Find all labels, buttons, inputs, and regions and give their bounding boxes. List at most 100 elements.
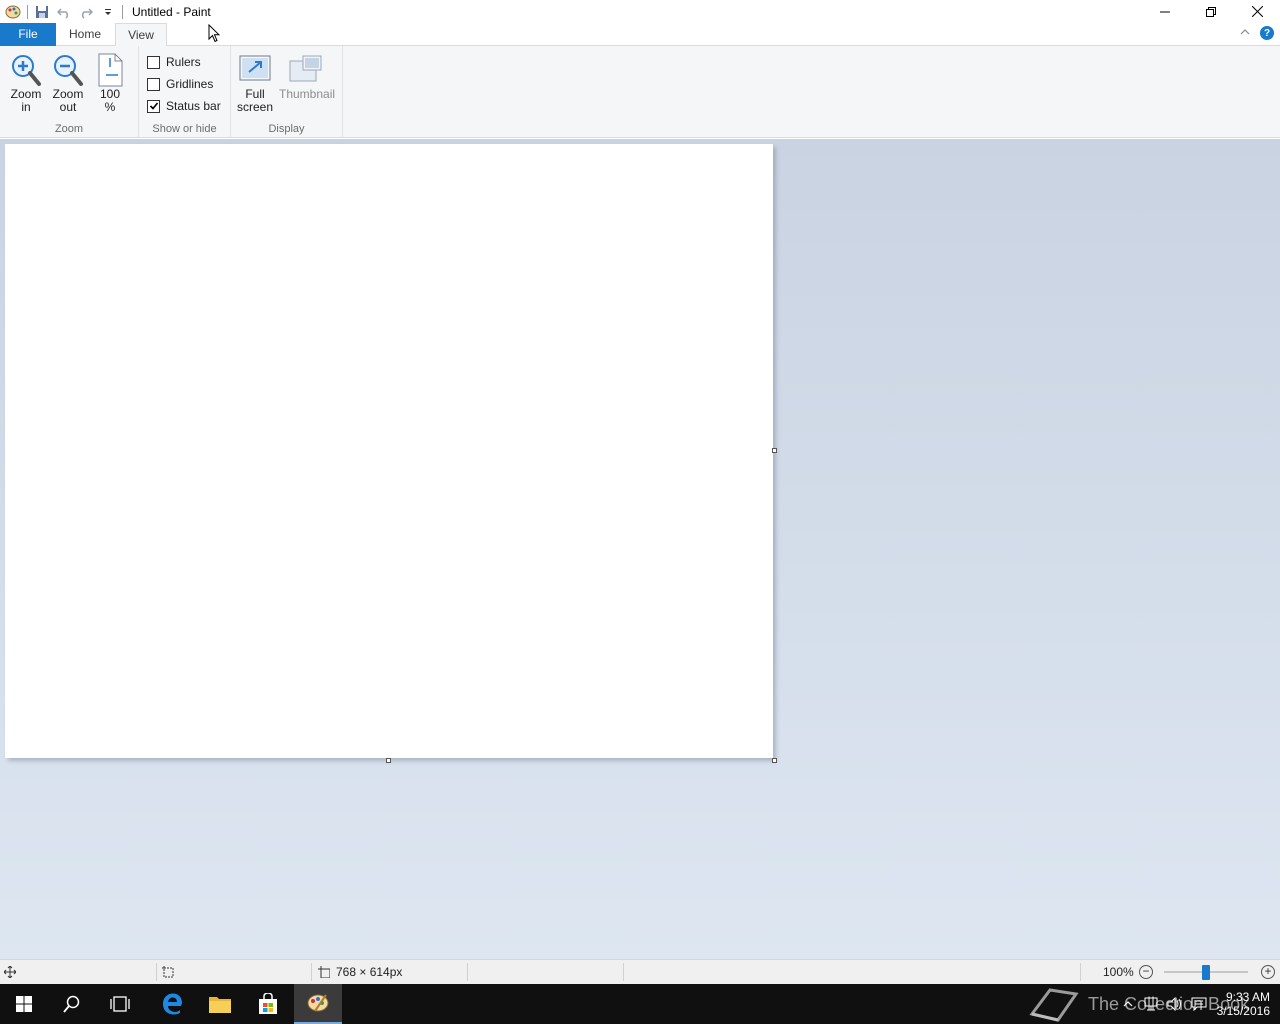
zoom-out-label-line2: out — [59, 100, 77, 114]
cursor-position — [4, 960, 16, 984]
edge-icon — [163, 993, 182, 1015]
windows-logo-icon — [16, 996, 32, 1012]
save-icon[interactable] — [31, 1, 53, 23]
thumbnail-button[interactable]: Thumbnail — [279, 52, 336, 101]
status-separator — [467, 963, 468, 981]
volume-icon[interactable] — [1163, 997, 1187, 1011]
resize-handle-bottom[interactable] — [386, 758, 391, 763]
selection-size-icon — [162, 966, 174, 978]
show-hidden-icons-chevron-icon[interactable] — [1117, 999, 1139, 1009]
canvas-size: 768 × 614px — [318, 960, 402, 984]
system-tray: 9:33 AM 3/15/2016 — [1117, 984, 1280, 1024]
thumbnail-label: Thumbnail — [279, 87, 336, 101]
zoom-out-minus-icon[interactable]: − — [1139, 965, 1153, 979]
zoom-level: 100% — [1103, 965, 1134, 979]
search-icon — [63, 995, 80, 1013]
zoom-out-button[interactable]: Zoom out — [48, 52, 88, 114]
window-title: Untitled - Paint — [132, 4, 211, 19]
canvas-size-icon — [318, 966, 330, 978]
search-button[interactable] — [48, 984, 96, 1024]
qat-separator — [122, 4, 123, 19]
zoom-group: Zoom in Zoom out 100 % Zoom — [0, 46, 139, 138]
zoom-in-plus-icon[interactable]: + — [1261, 965, 1275, 979]
taskbar: The Collection Book 9:33 AM 3/15/2016 — [0, 984, 1280, 1024]
task-view-button[interactable] — [96, 984, 144, 1024]
close-button[interactable] — [1234, 0, 1280, 23]
folder-icon — [209, 997, 231, 1013]
mouse-cursor-icon — [208, 24, 220, 43]
help-icon[interactable]: ? — [1260, 26, 1274, 40]
status-separator — [311, 963, 312, 981]
full-screen-icon — [235, 52, 275, 88]
show-or-hide-group: Rulers Gridlines Status bar Show or hide — [139, 46, 231, 138]
restore-button[interactable] — [1188, 0, 1234, 23]
qat-separator — [27, 4, 28, 19]
resize-handle-right[interactable] — [772, 448, 777, 453]
store-taskbar-button[interactable] — [244, 984, 292, 1024]
window-controls — [1142, 0, 1280, 23]
checkmark-icon — [149, 102, 158, 110]
status-separator — [156, 963, 157, 981]
canvas-workspace — [0, 139, 1280, 959]
title-bar: Untitled - Paint — [0, 0, 1280, 23]
status-bar-checkbox[interactable] — [147, 99, 160, 113]
zoom-in-label-line2: in — [21, 100, 31, 114]
clock-time: 9:33 AM — [1225, 990, 1270, 1004]
tab-home[interactable]: Home — [60, 23, 110, 46]
edge-taskbar-button[interactable] — [148, 984, 196, 1024]
minimize-ribbon-icon[interactable] — [1240, 26, 1250, 40]
show-or-hide-group-label: Show or hide — [152, 123, 217, 135]
ribbon-right-controls: ? — [1240, 26, 1274, 40]
gridlines-label: Gridlines — [166, 77, 214, 91]
zoom-100-label-line2: % — [104, 100, 116, 114]
status-bar-checkbox-row[interactable]: Status bar — [147, 97, 221, 115]
thumbnail-icon — [279, 52, 333, 88]
canvas-size-text: 768 × 614px — [336, 965, 403, 979]
status-bar: 768 × 614px 100% − + — [0, 959, 1280, 984]
paint-app-icon[interactable] — [2, 1, 24, 23]
rulers-label: Rulers — [166, 55, 201, 69]
zoom-out-icon — [48, 52, 88, 88]
undo-icon[interactable] — [53, 1, 75, 23]
zoom-in-icon — [6, 52, 46, 88]
display-group-label: Display — [268, 123, 305, 135]
status-separator — [1080, 963, 1081, 981]
zoom-100-button[interactable]: 100 % — [90, 52, 130, 114]
cursor-position-icon — [4, 966, 16, 978]
drawing-canvas[interactable] — [5, 144, 773, 758]
ribbon-tabs: File Home View ? — [0, 23, 1280, 47]
status-separator — [623, 963, 624, 981]
quick-access-toolbar — [0, 0, 126, 23]
customize-qat-dropdown-icon[interactable] — [97, 1, 119, 23]
redo-icon[interactable] — [75, 1, 97, 23]
resize-handle-corner[interactable] — [772, 758, 777, 763]
minimize-button[interactable] — [1142, 0, 1188, 23]
rulers-checkbox-row[interactable]: Rulers — [147, 53, 201, 71]
task-view-icon — [110, 996, 130, 1012]
network-icon[interactable] — [1139, 997, 1163, 1011]
clock-date: 3/15/2016 — [1216, 1004, 1270, 1018]
ribbon-view-panel: Zoom in Zoom out 100 % Zoom Rulers Gridl… — [0, 46, 1280, 138]
clock[interactable]: 9:33 AM 3/15/2016 — [1217, 990, 1270, 1018]
start-button[interactable] — [0, 984, 48, 1024]
tab-file[interactable]: File — [0, 23, 56, 46]
gridlines-checkbox-row[interactable]: Gridlines — [147, 75, 213, 93]
actual-size-page-icon — [90, 52, 130, 88]
paint-taskbar-button[interactable] — [294, 984, 342, 1024]
tab-view[interactable]: View — [115, 23, 167, 47]
store-bag-icon — [259, 993, 277, 1014]
zoom-group-label: Zoom — [54, 123, 84, 135]
full-screen-label-line2: screen — [236, 100, 274, 114]
action-center-icon[interactable] — [1187, 997, 1211, 1011]
rulers-checkbox[interactable] — [147, 55, 160, 69]
file-explorer-taskbar-button[interactable] — [196, 984, 244, 1024]
book-logo-icon — [1029, 988, 1079, 1022]
zoom-slider-thumb[interactable] — [1202, 965, 1210, 980]
full-screen-button[interactable]: Full screen — [235, 52, 275, 114]
gridlines-checkbox[interactable] — [147, 77, 160, 91]
display-group: Full screen Thumbnail Display — [231, 46, 343, 138]
paint-palette-icon — [307, 994, 329, 1012]
status-bar-label: Status bar — [166, 99, 221, 113]
zoom-in-button[interactable]: Zoom in — [6, 52, 46, 114]
selection-size — [162, 960, 174, 984]
